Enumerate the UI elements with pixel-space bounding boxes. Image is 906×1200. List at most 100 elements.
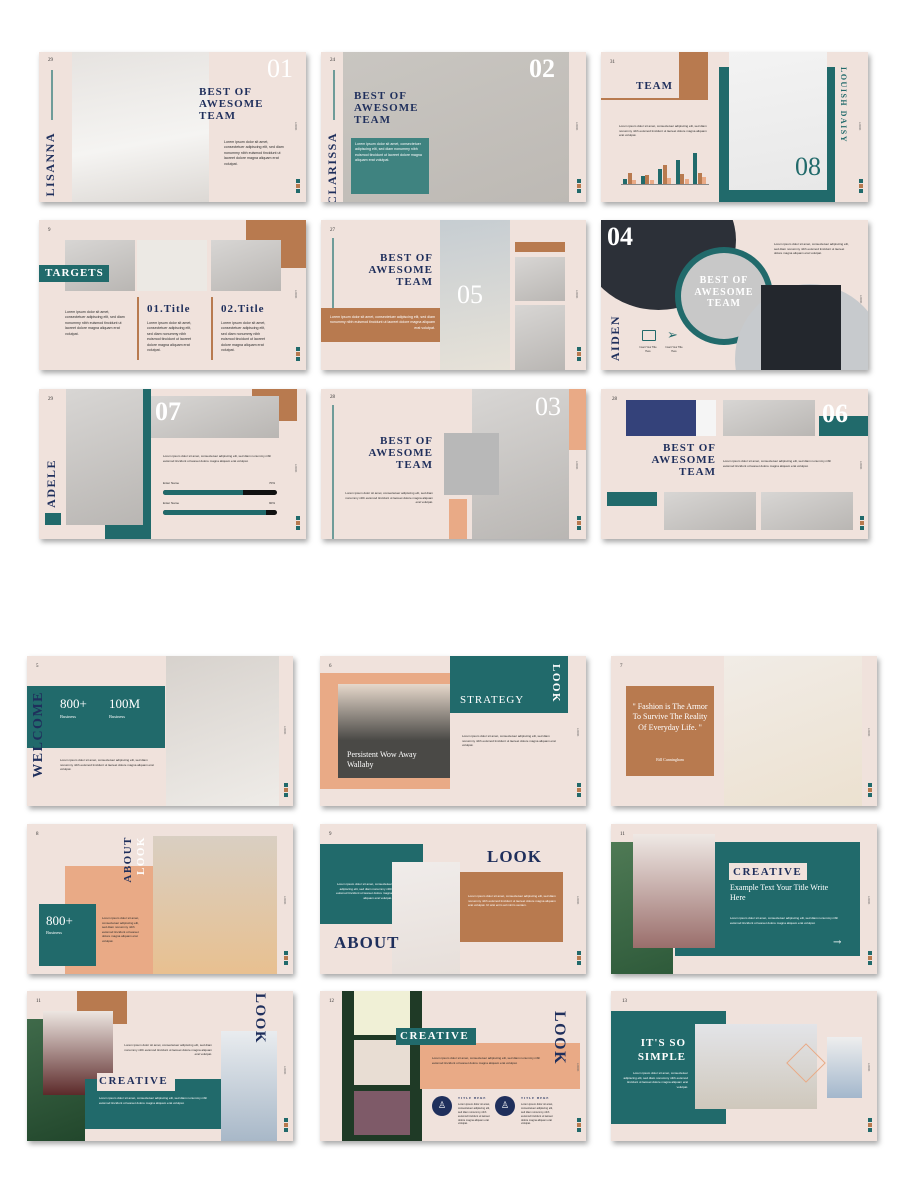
page-number: 24 (330, 58, 335, 63)
page-number: 28 (330, 395, 335, 400)
slide-number: 08 (795, 152, 821, 181)
photo-2 (723, 400, 815, 436)
member-name: CLARISSA (325, 132, 339, 202)
column-1-text: Lorem ipsum dolor sit amet, consectetuer… (147, 321, 192, 352)
body-text: Lorem ipsum dolor sit amet, consectetuer… (102, 916, 140, 943)
chart-bar-1-3 (632, 179, 636, 184)
color-squares (296, 179, 300, 194)
page-number: 11 (36, 999, 41, 1004)
title-look: LOOK (487, 847, 543, 866)
slide-05[interactable]: 27 BEST OF AWESOME TEAM Lorem ipsum dolo… (321, 220, 586, 370)
chart-bar-2-2 (645, 174, 650, 184)
slide-louish-daisy[interactable]: 31 TEAM Lorem ipsum dolor sit amet, cons… (601, 52, 868, 202)
hero-photo (153, 836, 277, 974)
slide-title: CREATIVE (400, 1030, 470, 1042)
slide-quote[interactable]: 7 " Fashion is The Armor To Survive The … (611, 656, 877, 806)
slide-look-about[interactable]: 9 Lorem ipsum dolor sit amet, consectetu… (320, 824, 586, 974)
slide-title: WELCOME (31, 691, 46, 778)
side-label: LOOK (575, 122, 579, 131)
body-text: Lorem ipsum dolor sit amet, consectetuer… (623, 1071, 688, 1089)
page-number: 29 (48, 397, 53, 402)
side-label: LOOK (576, 896, 580, 905)
chart-bar-5-1 (693, 153, 698, 184)
slide-number: 02 (529, 54, 555, 83)
member-name: ADELE (44, 459, 58, 508)
teal-bar (607, 492, 657, 506)
body-text: Lorem ipsum dolor sit amet, consectetuer… (432, 1056, 541, 1065)
body-text: Lorem ipsum dolor sit amet, consectetuer… (65, 310, 125, 336)
slide-title: BEST OF AWESOME TEAM (199, 86, 264, 123)
slide-creative-look[interactable]: 11 Lorem ipsum dolor sit amet, consectet… (27, 991, 293, 1141)
photo-2 (827, 1037, 862, 1098)
column-1-title: 01.Title (147, 303, 191, 315)
color-squares (284, 951, 288, 966)
bar-chart (621, 150, 709, 185)
body-text: Lorem ipsum dolor sit amet, consectetuer… (774, 242, 849, 255)
color-squares (577, 951, 581, 966)
slide-adele[interactable]: 29 ADELE 07 Lorem ipsum dolor sit amet, … (39, 389, 306, 539)
slide-title: IT'S SO SIMPLE (637, 1037, 686, 1063)
photo-2 (137, 240, 207, 291)
progress-2-label: Enter Name (163, 501, 180, 505)
body-text: Lorem ipsum dolor sit amet, consectetuer… (224, 140, 284, 166)
slide-06[interactable]: 28 06 BEST OF AWESOME TEAM Lorem ipsum d… (601, 389, 868, 539)
chart-bar-5-3 (702, 177, 707, 184)
slide-aiden[interactable]: 04 BEST OF AWESOME TEAM Lorem ipsum dolo… (601, 220, 868, 370)
member-name: LOUISH DAISY (839, 67, 848, 144)
user-icon-1: ♙ (432, 1096, 452, 1116)
slide-title: TARGETS (45, 267, 104, 279)
stat-1-value: 800+ (60, 696, 87, 711)
color-squares (868, 951, 872, 966)
photo-3 (354, 1091, 410, 1135)
page-number: 8 (36, 832, 39, 837)
divider-line (51, 70, 53, 120)
item-2-text: Lorem ipsum dolor sit amet, consectetuer… (521, 1103, 554, 1126)
vertical-look: LOOK (550, 664, 562, 704)
slide-number: 04 (607, 222, 633, 251)
slide-03[interactable]: 28 BEST OF AWESOME TEAM Lorem ipsum dolo… (321, 389, 586, 539)
teal-bar (143, 389, 151, 539)
side-label: LOOK (283, 1066, 287, 1075)
slide-lisanna[interactable]: 29 LISANNA 01 BEST OF AWESOME TEAM Lorem… (39, 52, 306, 202)
chart-bar-1-2 (627, 173, 632, 184)
slide-its-so-simple[interactable]: 13 IT'S SO SIMPLE Lorem ipsum dolor sit … (611, 991, 877, 1141)
progress-1-value: 70% (269, 481, 276, 485)
teal-square (45, 513, 61, 525)
slide-title: BEST OF AWESOME TEAM (694, 275, 754, 309)
photo-2 (221, 1031, 277, 1141)
slide-clarissa[interactable]: 24 CLARISSA 02 BEST OF AWESOME TEAM Lore… (321, 52, 586, 202)
side-label: LOOK (294, 122, 298, 131)
member-name: AIDEN (608, 315, 622, 362)
body-text: Lorem ipsum dolor sit amet, consectetuer… (124, 1043, 212, 1056)
peach-bar (569, 389, 586, 450)
slide-creative-icons[interactable]: 12 CREATIVE Lorem ipsum dolor sit amet, … (320, 991, 586, 1141)
hero-photo (724, 656, 862, 806)
arrow-right-icon[interactable]: → (833, 937, 841, 948)
slide-targets[interactable]: 9 TARGETS Lorem ipsum dolor sit amet, co… (39, 220, 306, 370)
color-squares (860, 516, 864, 531)
teal-text: Lorem ipsum dolor sit amet, consectetuer… (99, 1096, 208, 1105)
color-squares (577, 516, 581, 531)
slide-about-look[interactable]: 8 ABOUT LOOK 800+ Business Lorem ipsum d… (27, 824, 293, 974)
side-label: LOOK (576, 728, 580, 737)
side-label: LOOK (576, 1063, 580, 1072)
photo-caption: Persistent Wow Away Wallaby (347, 750, 417, 769)
slide-strategy[interactable]: 6 Persistent Wow Away Wallaby STRATEGY L… (320, 656, 586, 806)
page-number: 9 (48, 228, 51, 233)
slide-welcome[interactable]: 5 WELCOME 800+ Business 100M Business Lo… (27, 656, 293, 806)
teal-text: Lorem ipsum dolor sit amet, consectetuer… (336, 882, 392, 900)
copper-block (679, 52, 708, 98)
chart-bar-2-1 (640, 175, 645, 184)
body-text: Lorem ipsum dolor sit amet, consectetuer… (723, 459, 832, 468)
side-label: LOOK (867, 896, 871, 905)
title-about: ABOUT (122, 836, 134, 883)
slide-creative-example[interactable]: 11 CREATIVE Example Text Your Title Writ… (611, 824, 877, 974)
progress-fill-1 (163, 490, 243, 495)
member-photo (66, 389, 143, 525)
divider (211, 297, 213, 360)
slide-title: BEST OF AWESOME TEAM (368, 252, 433, 289)
teal-band (27, 686, 165, 748)
divider-line (332, 405, 334, 539)
side-label: LOOK (858, 122, 862, 131)
column-2-text: Lorem ipsum dolor sit amet, consectetuer… (221, 321, 266, 352)
